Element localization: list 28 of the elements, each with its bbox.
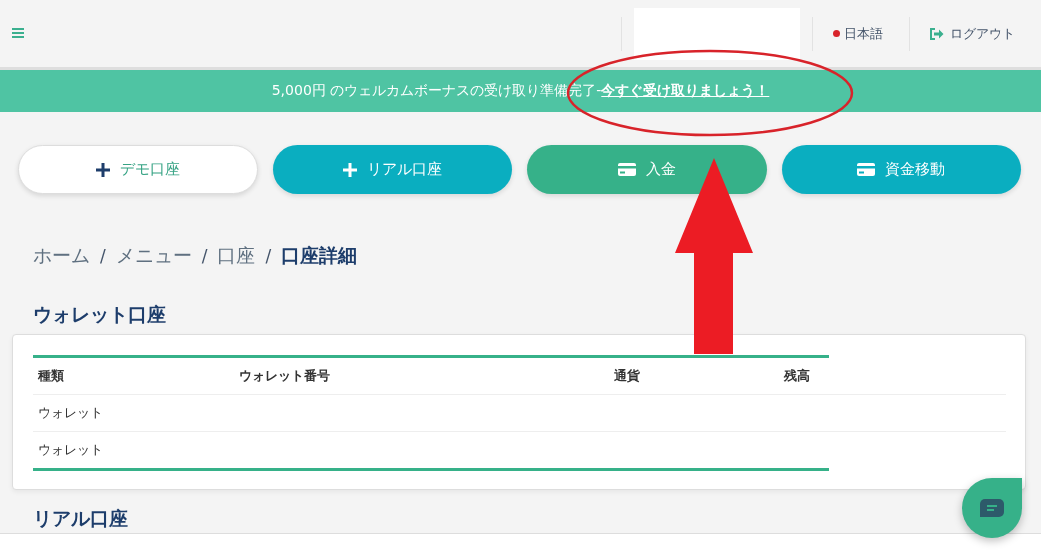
plus-icon bbox=[95, 162, 110, 177]
table-cell-text: ウォレット bbox=[38, 441, 104, 459]
chat-button[interactable] bbox=[962, 478, 1022, 538]
breadcrumb-item[interactable]: ホーム bbox=[33, 243, 90, 269]
column-header: 残高 bbox=[784, 367, 811, 385]
breadcrumb-item[interactable]: メニュー bbox=[115, 243, 192, 269]
card-icon bbox=[617, 163, 636, 176]
section-title: ウォレット口座 bbox=[33, 302, 166, 327]
breadcrumb-item[interactable]: 口座 bbox=[217, 243, 256, 269]
logout-button[interactable]: ログアウト bbox=[910, 24, 1041, 43]
card-icon bbox=[857, 163, 876, 176]
account-action-button[interactable]: リアル口座 bbox=[272, 145, 512, 194]
breadcrumb-separator: / bbox=[201, 246, 208, 266]
language-button[interactable]: 日本語 bbox=[813, 24, 909, 43]
account-action-button[interactable]: 入金 bbox=[527, 145, 767, 194]
logout-icon bbox=[930, 27, 944, 40]
breadcrumb-item[interactable]: 口座詳細 bbox=[281, 243, 358, 269]
table-cell-text: ウォレット bbox=[38, 404, 104, 422]
breadcrumb-separator: / bbox=[100, 246, 106, 266]
account-action-button[interactable]: デモ口座 bbox=[18, 145, 258, 194]
breadcrumb-separator: / bbox=[265, 246, 272, 266]
column-header: ウォレット番号 bbox=[239, 367, 331, 385]
account-action-button[interactable]: 資金移動 bbox=[781, 145, 1021, 194]
plus-icon bbox=[342, 162, 357, 177]
section-title: リアル口座 bbox=[33, 506, 128, 531]
chat-icon bbox=[980, 499, 1004, 517]
column-header: 通貨 bbox=[614, 367, 641, 385]
column-header: 種類 bbox=[38, 367, 65, 385]
